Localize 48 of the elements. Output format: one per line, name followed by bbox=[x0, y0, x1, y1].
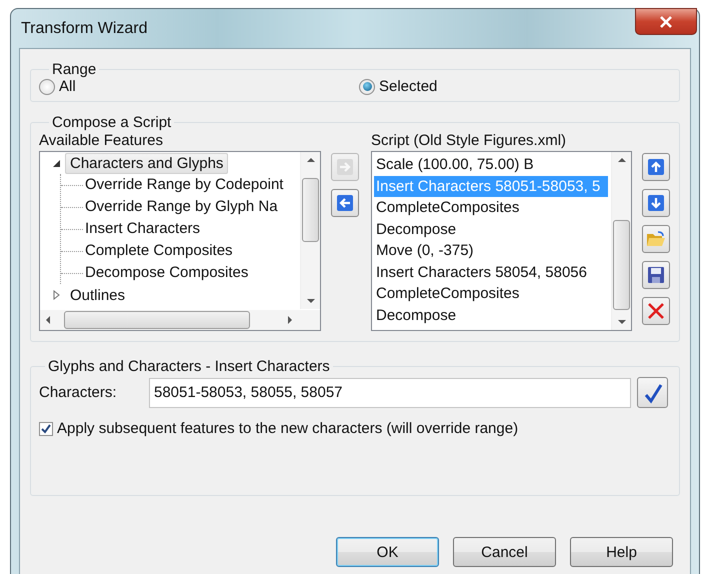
list-title: Script (Old Style Figures.xml) bbox=[371, 131, 568, 151]
save-button[interactable] bbox=[642, 261, 670, 289]
checkbox-option[interactable]: Apply subsequent features to the new characters (will override range) bbox=[39, 420, 671, 437]
up-button[interactable] bbox=[642, 153, 670, 181]
delete-button[interactable] bbox=[642, 297, 670, 325]
right-arrow-icon bbox=[337, 159, 353, 175]
tree-item[interactable]: Override Range by Codepoint bbox=[85, 175, 284, 195]
delete-icon bbox=[647, 302, 665, 320]
tree-item[interactable]: Insert Characters bbox=[85, 219, 200, 239]
tree-item[interactable]: Complete Composites bbox=[85, 241, 233, 261]
tree-item[interactable]: Characters and Glyphs bbox=[65, 152, 228, 174]
dialog-button[interactable]: Cancel bbox=[453, 537, 556, 567]
open-button[interactable] bbox=[642, 225, 670, 253]
horizontal-scrollbar[interactable] bbox=[40, 310, 320, 330]
vertical-scrollbar[interactable] bbox=[611, 152, 631, 330]
list-item[interactable]: Move (0, -375) bbox=[374, 240, 608, 262]
dialog-button[interactable]: Help bbox=[570, 537, 673, 567]
down-arrow-icon bbox=[648, 195, 664, 211]
list-title: Available Features bbox=[39, 131, 164, 151]
list-item[interactable]: Decompose bbox=[374, 218, 608, 240]
folder-icon bbox=[646, 230, 666, 248]
collapsed-triangle-icon[interactable] bbox=[52, 290, 62, 300]
radio-button[interactable]: All bbox=[39, 78, 359, 95]
group-title: Range bbox=[51, 61, 98, 78]
remove-button[interactable] bbox=[331, 189, 359, 217]
expanded-triangle-icon[interactable] bbox=[52, 158, 62, 168]
close-icon bbox=[659, 16, 673, 28]
list-item[interactable]: CompleteComposites bbox=[374, 197, 608, 218]
spell-check-button[interactable] bbox=[637, 377, 668, 408]
group-title: Compose a Script bbox=[51, 114, 172, 131]
list-item[interactable]: Insert Characters 58054, 58056 bbox=[374, 262, 608, 283]
radio-button[interactable]: Selected bbox=[359, 78, 559, 95]
left-arrow-icon bbox=[337, 195, 353, 211]
list-item[interactable]: CompleteComposites bbox=[374, 283, 608, 304]
group-title: Glyphs and Characters - Insert Characters bbox=[47, 358, 331, 375]
dialog-button[interactable]: OK bbox=[336, 537, 439, 567]
characters-field[interactable]: 58051-58053, 58055, 58057 bbox=[149, 378, 631, 408]
list-item[interactable]: Decompose bbox=[374, 304, 608, 326]
list-item[interactable]: Scale (100.00, 75.00) B bbox=[374, 154, 608, 176]
tree-item[interactable]: Override Range by Glyph Na bbox=[85, 197, 278, 217]
tree-item[interactable]: Decompose Composites bbox=[85, 263, 248, 283]
up-arrow-icon bbox=[648, 159, 664, 175]
close-button[interactable] bbox=[635, 8, 697, 35]
down-button[interactable] bbox=[642, 189, 670, 217]
window-title: Transform Wizard bbox=[21, 20, 148, 38]
field-label: Characters: bbox=[39, 384, 118, 401]
vertical-scrollbar[interactable] bbox=[300, 152, 320, 309]
tree-item[interactable]: Outlines bbox=[65, 284, 130, 306]
